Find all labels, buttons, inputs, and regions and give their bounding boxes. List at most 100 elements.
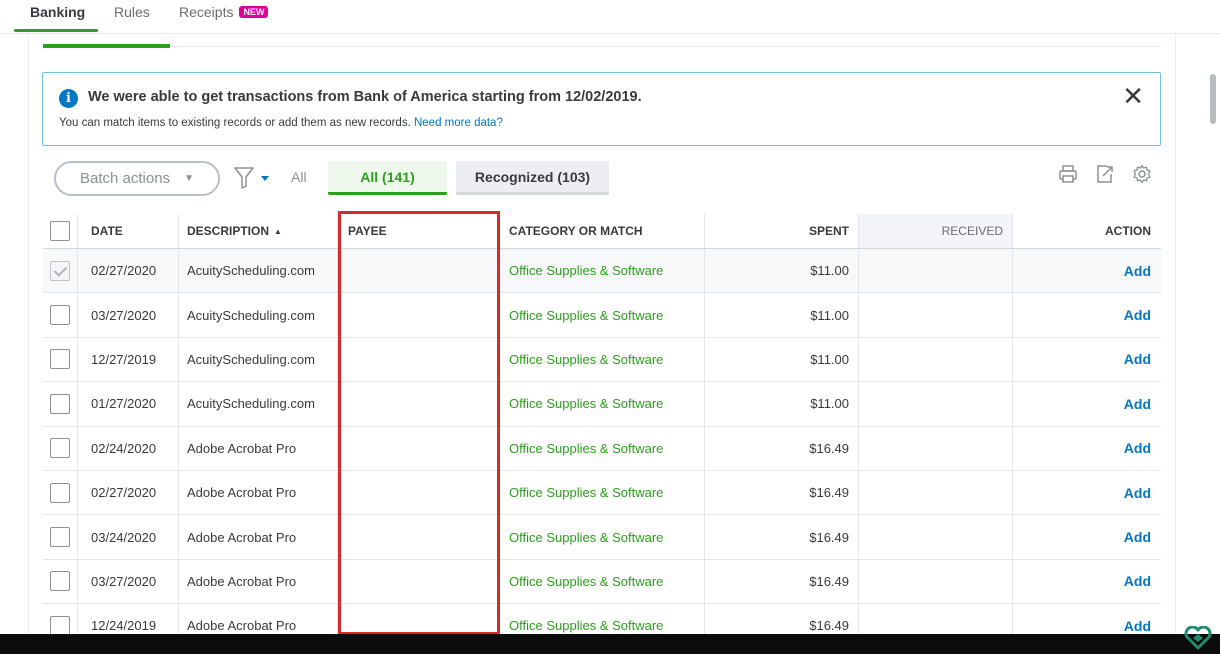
row-received <box>859 515 1013 559</box>
gear-icon[interactable] <box>1132 164 1152 184</box>
tab-recognized[interactable]: Recognized (103) <box>456 161 609 195</box>
row-spent: $16.49 <box>705 559 859 604</box>
row-date: 02/27/2020 <box>78 470 179 515</box>
close-icon[interactable]: ✕ <box>1122 83 1144 109</box>
row-checkbox[interactable] <box>50 393 70 414</box>
header-spent[interactable]: SPENT <box>705 214 859 248</box>
row-checkbox[interactable] <box>50 571 70 592</box>
row-checkbox[interactable] <box>50 615 70 636</box>
row-description: Adobe Acrobat Pro <box>179 470 338 515</box>
need-more-data-link[interactable]: Need more data? <box>414 117 503 129</box>
row-checkbox-cell <box>43 293 78 337</box>
row-checkbox[interactable] <box>50 305 70 326</box>
banner-text-line: You can match items to existing records … <box>59 117 503 129</box>
row-spent: $16.49 <box>705 470 859 515</box>
table-row[interactable]: 03/24/2020 Adobe Acrobat Pro Office Suppli… <box>43 515 1161 560</box>
table-body: 02/27/2020 AcuityScheduling.com Office Sup… <box>43 249 1161 649</box>
header-category[interactable]: CATEGORY OR MATCH <box>498 214 705 248</box>
table-row[interactable]: 01/27/2020 AcuityScheduling.com Office Sup… <box>43 382 1161 427</box>
batch-actions-dropdown[interactable]: Batch actions ▼ <box>54 161 220 196</box>
row-checkbox[interactable] <box>50 527 70 548</box>
row-category[interactable]: Office Supplies & Software <box>498 426 705 470</box>
table-header-row: DATE DESCRIPTION ▲ PAYEE CATEGORY OR MATC… <box>43 214 1161 249</box>
row-checkbox[interactable] <box>50 482 70 503</box>
row-payee[interactable] <box>338 337 498 382</box>
header-payee[interactable]: PAYEE <box>338 214 498 248</box>
row-spent: $16.49 <box>705 426 859 470</box>
add-button[interactable]: Add <box>1013 249 1161 292</box>
add-button[interactable]: Add <box>1013 338 1161 381</box>
table-row[interactable]: 02/27/2020 Adobe Acrobat Pro Office Suppli… <box>43 470 1161 516</box>
row-spent: $11.00 <box>705 337 859 382</box>
tab-all[interactable]: All (141) <box>328 161 447 195</box>
row-checkbox[interactable] <box>50 349 70 370</box>
add-button[interactable]: Add <box>1013 560 1161 603</box>
header-received[interactable]: RECEIVED <box>859 214 1013 248</box>
row-date: 03/27/2020 <box>78 293 179 337</box>
add-button[interactable]: Add <box>1013 471 1161 514</box>
header-action: ACTION <box>1105 224 1151 238</box>
banner-headline: We were able to get transactions from Ba… <box>88 89 642 105</box>
add-button[interactable]: Add <box>1013 515 1161 558</box>
select-all-checkbox[interactable] <box>50 221 70 241</box>
filter-button[interactable] <box>234 166 274 190</box>
tab-receipts[interactable]: Receipts NEW <box>179 4 269 20</box>
row-date: 02/24/2020 <box>78 426 179 470</box>
subtabs-divider <box>43 46 1161 47</box>
tab-rules[interactable]: Rules <box>114 4 150 20</box>
row-description: Adobe Acrobat Pro <box>179 426 338 470</box>
banner-text: You can match items to existing records … <box>59 117 411 129</box>
table-row[interactable]: 03/27/2020 AcuityScheduling.com Office Sup… <box>43 293 1161 338</box>
table-row[interactable]: 12/27/2019 AcuityScheduling.com Office Sup… <box>43 337 1161 383</box>
filter-all-label: All <box>291 169 307 185</box>
top-nav: Banking Rules Receipts NEW <box>0 0 1220 34</box>
logo-icon <box>1184 626 1212 650</box>
header-description[interactable]: DESCRIPTION ▲ <box>179 214 338 248</box>
row-category[interactable]: Office Supplies & Software <box>498 293 705 337</box>
scrollbar[interactable] <box>1207 46 1216 646</box>
row-received <box>859 470 1013 515</box>
active-tab-indicator <box>14 29 98 32</box>
row-payee[interactable] <box>338 382 498 426</box>
row-received <box>859 249 1013 293</box>
add-button[interactable]: Add <box>1013 293 1161 336</box>
select-all-cell <box>43 214 78 248</box>
add-button[interactable]: Add <box>1013 427 1161 470</box>
row-checkbox-cell <box>43 337 78 382</box>
row-payee[interactable] <box>338 293 498 337</box>
row-description: AcuityScheduling.com <box>179 337 338 382</box>
header-date[interactable]: DATE <box>78 214 179 248</box>
row-category[interactable]: Office Supplies & Software <box>498 470 705 515</box>
row-spent: $11.00 <box>705 249 859 293</box>
row-payee[interactable] <box>338 559 498 604</box>
table-row[interactable]: 03/27/2020 Adobe Acrobat Pro Office Suppli… <box>43 559 1161 605</box>
row-payee[interactable] <box>338 249 498 293</box>
table-row[interactable]: 02/27/2020 AcuityScheduling.com Office Sup… <box>43 249 1161 294</box>
row-category[interactable]: Office Supplies & Software <box>498 337 705 382</box>
row-category[interactable]: Office Supplies & Software <box>498 515 705 559</box>
row-checkbox-cell <box>43 382 78 426</box>
bottom-bar <box>0 634 1220 654</box>
export-icon[interactable] <box>1095 164 1115 184</box>
row-category[interactable]: Office Supplies & Software <box>498 559 705 604</box>
row-date: 03/27/2020 <box>78 559 179 604</box>
add-button[interactable]: Add <box>1013 382 1161 425</box>
tab-banking[interactable]: Banking <box>30 4 85 20</box>
row-received <box>859 382 1013 426</box>
row-checkbox[interactable] <box>50 260 70 281</box>
subtab-active-indicator <box>43 44 170 48</box>
tab-receipts-label: Receipts <box>179 4 234 20</box>
scrollbar-thumb[interactable] <box>1210 74 1216 124</box>
row-payee[interactable] <box>338 470 498 515</box>
row-payee[interactable] <box>338 426 498 470</box>
row-description: AcuityScheduling.com <box>179 382 338 426</box>
chevron-down-icon: ▼ <box>184 173 194 184</box>
sort-up-icon: ▲ <box>274 226 282 236</box>
print-icon[interactable] <box>1058 164 1078 184</box>
row-category[interactable]: Office Supplies & Software <box>498 249 705 293</box>
row-payee[interactable] <box>338 515 498 559</box>
row-spent: $11.00 <box>705 293 859 337</box>
row-category[interactable]: Office Supplies & Software <box>498 382 705 426</box>
table-row[interactable]: 02/24/2020 Adobe Acrobat Pro Office Suppli… <box>43 426 1161 471</box>
row-checkbox[interactable] <box>50 438 70 459</box>
